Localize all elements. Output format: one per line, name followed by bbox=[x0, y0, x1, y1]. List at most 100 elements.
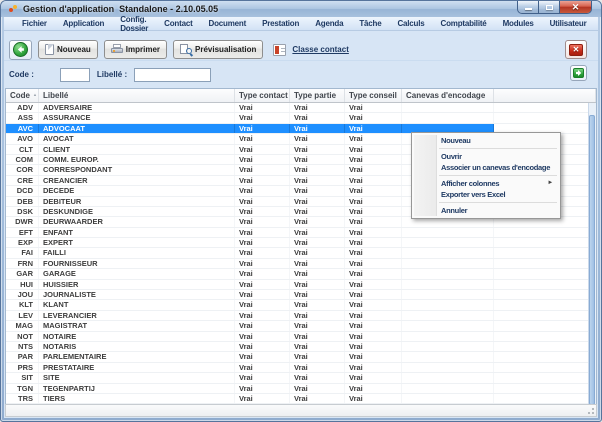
window-controls: ✕ bbox=[517, 1, 592, 14]
cell-type-contact: Vrai bbox=[235, 165, 290, 174]
exit-button[interactable]: ✕ bbox=[565, 40, 587, 59]
cell-type-partie: Vrai bbox=[290, 259, 345, 268]
table-row-eft[interactable]: EFTENFANTVraiVraiVrai bbox=[6, 228, 596, 238]
code-input[interactable] bbox=[60, 68, 90, 82]
column-header-type-contact[interactable]: Type contact bbox=[235, 89, 290, 102]
back-button[interactable] bbox=[9, 40, 32, 60]
menubar-item-t-che[interactable]: Tâche bbox=[351, 19, 389, 28]
column-header-libell-[interactable]: Libellé bbox=[39, 89, 235, 102]
context-menu-item-ouvrir[interactable]: Ouvrir bbox=[413, 151, 559, 162]
table-row-jou[interactable]: JOUJOURNALISTEVraiVraiVrai bbox=[6, 290, 596, 300]
cell-canevas bbox=[402, 321, 494, 330]
table-row-ass[interactable]: ASSASSURANCEVraiVraiVrai bbox=[6, 113, 596, 123]
menubar-item-config-dossier[interactable]: Config. Dossier bbox=[112, 15, 156, 33]
cell-type-partie: Vrai bbox=[290, 290, 345, 299]
table-row-prs[interactable]: PRSPRESTATAIREVraiVraiVrai bbox=[6, 363, 596, 373]
menubar-item-application[interactable]: Application bbox=[55, 19, 112, 28]
cell-canevas bbox=[402, 280, 494, 289]
cell-type-partie: Vrai bbox=[290, 363, 345, 372]
cell-canevas bbox=[402, 373, 494, 382]
classe-contact-link[interactable]: Classe contact bbox=[292, 45, 348, 54]
cell-code: AVC bbox=[6, 124, 39, 133]
cell-type-conseil: Vrai bbox=[345, 300, 402, 309]
menubar-item-fichier[interactable]: Fichier bbox=[14, 19, 55, 28]
table-row-gar[interactable]: GARGARAGEVraiVraiVrai bbox=[6, 269, 596, 279]
menubar-item-prestation[interactable]: Prestation bbox=[254, 19, 307, 28]
cell-libelle: FAILLI bbox=[39, 248, 235, 257]
cell-type-conseil: Vrai bbox=[345, 176, 402, 185]
cell-libelle: DESKUNDIGE bbox=[39, 207, 235, 216]
table-row-sit[interactable]: SITSITEVraiVraiVrai bbox=[6, 373, 596, 383]
context-menu-item-nouveau[interactable]: Nouveau bbox=[413, 135, 559, 146]
new-button[interactable]: Nouveau bbox=[38, 40, 98, 59]
column-header-code[interactable]: Code▲ bbox=[6, 89, 39, 102]
table-row-trs[interactable]: TRSTIERSVraiVraiVrai bbox=[6, 394, 596, 404]
cell-libelle: DEBITEUR bbox=[39, 197, 235, 206]
table-row-hui[interactable]: HUIHUISSIERVraiVraiVrai bbox=[6, 280, 596, 290]
cell-type-contact: Vrai bbox=[235, 363, 290, 372]
cell-filler bbox=[494, 311, 596, 320]
table-row-mag[interactable]: MAGMAGISTRATVraiVraiVrai bbox=[6, 321, 596, 331]
maximize-button[interactable] bbox=[539, 1, 560, 13]
preview-button[interactable]: Prévisualisation bbox=[173, 40, 263, 59]
table-row-lev[interactable]: LEVLEVERANCIERVraiVraiVrai bbox=[6, 311, 596, 321]
menubar-item-comptabilit-[interactable]: Comptabilité bbox=[433, 19, 495, 28]
cell-type-contact: Vrai bbox=[235, 311, 290, 320]
context-menu-item-exporter-vers-excel[interactable]: Exporter vers Excel bbox=[413, 189, 559, 200]
cell-code: DCD bbox=[6, 186, 39, 195]
cell-code: PAR bbox=[6, 352, 39, 361]
context-menu-item-associer-un-canevas-d-encodage[interactable]: Associer un canevas d'encodage bbox=[413, 162, 559, 173]
titlebar[interactable]: Gestion d'application Standalone - 2.10.… bbox=[1, 1, 601, 17]
cell-code: DEB bbox=[6, 197, 39, 206]
cell-type-contact: Vrai bbox=[235, 373, 290, 382]
scrollbar-thumb[interactable] bbox=[589, 115, 595, 405]
filter-bar: Code : Libellé : bbox=[4, 61, 598, 88]
table-row-adv[interactable]: ADVADVERSAIREVraiVraiVrai bbox=[6, 103, 596, 113]
menubar-item-modules[interactable]: Modules bbox=[495, 19, 542, 28]
context-menu-item-annuler[interactable]: Annuler bbox=[413, 205, 559, 216]
print-button[interactable]: Imprimer bbox=[104, 40, 167, 59]
column-header-type-partie[interactable]: Type partie bbox=[290, 89, 345, 102]
cell-type-contact: Vrai bbox=[235, 134, 290, 143]
table-row-nts[interactable]: NTSNOTARISVraiVraiVrai bbox=[6, 342, 596, 352]
context-menu-item-afficher-colonnes[interactable]: Afficher colonnes► bbox=[413, 178, 559, 189]
libelle-label: Libellé : bbox=[97, 70, 127, 79]
table-row-par[interactable]: PARPARLEMENTAIREVraiVraiVrai bbox=[6, 352, 596, 362]
menubar-item-utilisateur[interactable]: Utilisateur bbox=[542, 19, 595, 28]
cell-code: COM bbox=[6, 155, 39, 164]
cell-type-contact: Vrai bbox=[235, 259, 290, 268]
table-row-klt[interactable]: KLTKLANTVraiVraiVrai bbox=[6, 300, 596, 310]
table-row-frn[interactable]: FRNFOURNISSEURVraiVraiVrai bbox=[6, 259, 596, 269]
menubar-item-agenda[interactable]: Agenda bbox=[307, 19, 351, 28]
menubar-item-contact[interactable]: Contact bbox=[156, 19, 200, 28]
cell-type-conseil: Vrai bbox=[345, 332, 402, 341]
vertical-scrollbar[interactable] bbox=[588, 103, 596, 405]
minimize-button[interactable] bbox=[518, 1, 539, 13]
cell-canevas bbox=[402, 269, 494, 278]
cell-filler bbox=[494, 332, 596, 341]
cell-type-conseil: Vrai bbox=[345, 134, 402, 143]
column-header-type-conseil[interactable]: Type conseil bbox=[345, 89, 402, 102]
table-row-exp[interactable]: EXPEXPERTVraiVraiVrai bbox=[6, 238, 596, 248]
close-button[interactable]: ✕ bbox=[560, 1, 591, 13]
green-arrow-icon bbox=[573, 68, 584, 78]
cell-libelle: CLIENT bbox=[39, 145, 235, 154]
resize-grip[interactable] bbox=[586, 406, 594, 414]
menubar-item-calculs[interactable]: Calculs bbox=[389, 19, 432, 28]
cell-type-contact: Vrai bbox=[235, 238, 290, 247]
cell-type-contact: Vrai bbox=[235, 207, 290, 216]
table-row-not[interactable]: NOTNOTAIREVraiVraiVrai bbox=[6, 332, 596, 342]
context-menu: Nouveau OuvrirAssocier un canevas d'encod… bbox=[411, 132, 561, 219]
cell-type-partie: Vrai bbox=[290, 300, 345, 309]
table-row-fai[interactable]: FAIFAILLIVraiVraiVrai bbox=[6, 248, 596, 258]
cell-canevas bbox=[402, 238, 494, 247]
column-header-canevas-d-encodage[interactable]: Canevas d'encodage bbox=[402, 89, 494, 102]
table-row-tgn[interactable]: TGNTEGENPARTIJVraiVraiVrai bbox=[6, 384, 596, 394]
menubar-item-document[interactable]: Document bbox=[201, 19, 255, 28]
cell-code: SIT bbox=[6, 373, 39, 382]
libelle-input[interactable] bbox=[134, 68, 211, 82]
cell-type-partie: Vrai bbox=[290, 311, 345, 320]
cell-libelle: HUISSIER bbox=[39, 280, 235, 289]
menubar-item-droits-d-acc-s[interactable]: Droits d'accès bbox=[595, 15, 602, 33]
search-go-button[interactable] bbox=[570, 65, 587, 81]
